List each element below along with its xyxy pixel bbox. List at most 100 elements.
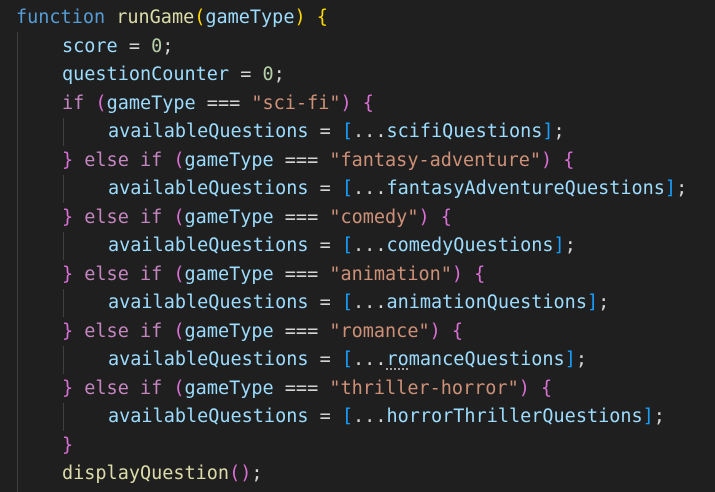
array-name: animationQuestions (386, 292, 587, 313)
bracket: ( (173, 378, 185, 399)
indent-guide-level-2 (63, 289, 64, 317)
variable-available-questions: availableQuestions (108, 121, 309, 142)
bracket: [ (341, 406, 354, 427)
bracket: ( (95, 93, 107, 114)
bracket: { (451, 321, 464, 342)
array-name: manceQuestions (408, 349, 565, 370)
spread-operator: ... (353, 121, 387, 142)
operator: === (273, 321, 330, 342)
variable-available-questions: availableQuestions (108, 406, 309, 427)
string-literal: "animation" (329, 264, 452, 285)
string-literal: "sci-fi" (251, 93, 341, 114)
operator: = (308, 349, 342, 370)
keyword-if: if (139, 321, 163, 342)
code-line-score-reset[interactable]: score = 0; (62, 33, 173, 62)
code-editor[interactable]: function runGame(gameType) { score = 0; … (0, 0, 715, 492)
code-line-else-if-thriller[interactable]: } else if (gameType === "thriller-horror… (62, 375, 552, 404)
bracket: } (62, 264, 74, 285)
code-line-counter-reset[interactable]: questionCounter = 0; (62, 61, 285, 90)
bracket: { (541, 378, 553, 399)
parameter-ref: gameType (184, 150, 274, 171)
bracket: ) (340, 93, 352, 114)
operator: === (273, 207, 330, 228)
bracket: ) (518, 378, 530, 399)
code-line-close-if[interactable]: } (62, 432, 73, 461)
array-name: horrorThrillerQuestions (386, 406, 643, 427)
keyword-if: if (139, 378, 163, 399)
bracket: { (563, 150, 575, 171)
keyword-function: function (16, 7, 106, 28)
code-line-assign-romance[interactable]: availableQuestions = [...romanceQuestion… (108, 346, 587, 375)
variable-available-questions: availableQuestions (108, 235, 309, 256)
spread-operator: ... (353, 235, 387, 256)
operator: = (308, 406, 342, 427)
keyword-else: else (84, 150, 129, 171)
spread-operator: ... (353, 292, 387, 313)
bracket: ] (564, 349, 576, 370)
string-literal: "fantasy-adventure" (329, 150, 541, 171)
variable-available-questions: availableQuestions (108, 349, 309, 370)
bracket: ) (418, 207, 430, 228)
bracket: ( (173, 207, 185, 228)
bracket: } (62, 321, 74, 342)
code-line-if-scifi[interactable]: if (gameType === "sci-fi") { (62, 90, 374, 119)
code-line-assign-animation[interactable]: availableQuestions = [...animationQuesti… (108, 289, 609, 318)
code-line-else-if-fantasy[interactable]: } else if (gameType === "fantasy-adventu… (62, 147, 574, 176)
spread-operator: ... (353, 178, 387, 199)
bracket: [ (341, 349, 354, 370)
bracket: ( (173, 321, 185, 342)
semicolon: ; (598, 292, 610, 313)
keyword-else: else (84, 264, 129, 285)
bracket: ) (294, 7, 306, 28)
code-line-assign-thriller[interactable]: availableQuestions = [...horrorThrillerQ… (108, 403, 665, 432)
bracket: } (62, 378, 74, 399)
keyword-else: else (84, 321, 129, 342)
semicolon: ; (575, 349, 587, 370)
bracket: { (474, 264, 486, 285)
string-literal: "thriller-horror" (329, 378, 519, 399)
bracket: { (316, 7, 328, 28)
parameter-ref: gameType (184, 207, 274, 228)
semicolon: ; (162, 36, 174, 57)
code-line-assign-scifi[interactable]: availableQuestions = [...scifiQuestions]… (108, 118, 565, 147)
array-name-hint-squiggle[interactable]: ro (386, 349, 408, 370)
keyword-if: if (139, 207, 163, 228)
parameter-ref: gameType (184, 264, 274, 285)
string-literal: "comedy" (329, 207, 419, 228)
string-literal: "romance" (329, 321, 430, 342)
bracket: ] (542, 121, 554, 142)
operator: === (273, 378, 330, 399)
code-line-else-if-romance[interactable]: } else if (gameType === "romance") { (62, 318, 463, 347)
code-line-else-if-comedy[interactable]: } else if (gameType === "comedy") { (62, 204, 452, 233)
indent-guide-level-2 (63, 346, 64, 374)
number-literal: 0 (262, 64, 274, 85)
bracket: ) (240, 463, 252, 484)
operator: = (308, 178, 342, 199)
code-line-assign-comedy[interactable]: availableQuestions = [...comedyQuestions… (108, 232, 576, 261)
array-name: comedyQuestions (386, 235, 554, 256)
keyword-else: else (84, 207, 129, 228)
operator: = (229, 64, 263, 85)
operator: === (273, 264, 330, 285)
indent-guide-level-2 (63, 232, 64, 260)
code-line-assign-fantasy[interactable]: availableQuestions = [...fantasyAdventur… (108, 175, 687, 204)
operator: = (308, 292, 342, 313)
keyword-else: else (84, 378, 129, 399)
indent-guide-level-2 (63, 175, 64, 203)
code-line-function-declaration[interactable]: function runGame(gameType) { (16, 4, 328, 33)
array-name: scifiQuestions (386, 121, 543, 142)
bracket: ( (194, 7, 206, 28)
bracket: [ (341, 235, 354, 256)
operator: === (195, 93, 252, 114)
code-line-display-question[interactable]: displayQuestion(); (62, 460, 263, 489)
keyword-if: if (139, 264, 163, 285)
semicolon: ; (676, 178, 688, 199)
bracket: { (362, 93, 374, 114)
variable-question-counter: questionCounter (62, 64, 230, 85)
bracket: } (62, 150, 74, 171)
indent-guide-level-2 (63, 403, 64, 431)
operator: = (117, 36, 152, 57)
code-line-else-if-animation[interactable]: } else if (gameType === "animation") { (62, 261, 485, 290)
parameter: gameType (205, 7, 295, 28)
bracket: { (440, 207, 452, 228)
